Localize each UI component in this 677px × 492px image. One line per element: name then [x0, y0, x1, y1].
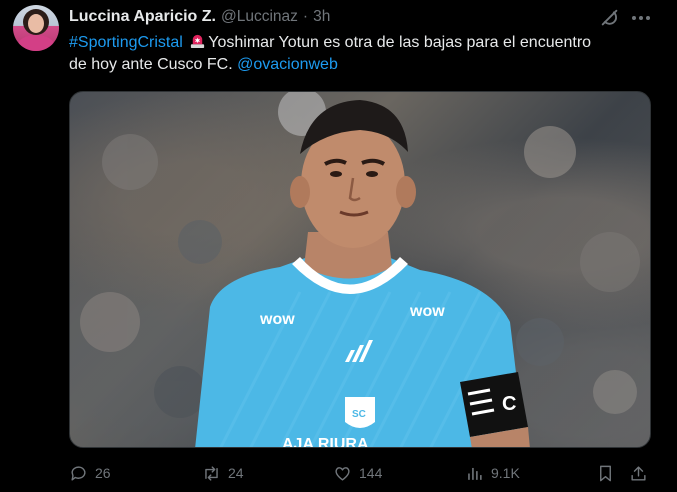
separator: · [302, 8, 309, 25]
reply-icon [71, 465, 86, 481]
display-name[interactable]: Luccina Aparicio Z. [69, 8, 216, 26]
timestamp[interactable]: 3h [313, 8, 330, 26]
captain-armband-text: C [502, 393, 516, 415]
share-icon [631, 465, 646, 481]
avatar[interactable] [13, 5, 59, 51]
tweet-header: Luccina Aparicio Z. @Luccinaz · 3h [69, 7, 330, 27]
tweet-text: #SportingCristal Yoshimar Yotun es otra … [69, 32, 659, 76]
player-photo: wow wow SC AJA RIURA C [80, 92, 640, 448]
user-handle[interactable]: @Luccinaz [221, 8, 298, 26]
action-bar: 26 24 144 9.1K [69, 461, 659, 485]
police-light-icon [191, 34, 205, 49]
tweet-photo[interactable]: wow wow SC AJA RIURA C [69, 91, 651, 448]
grok-icon[interactable] [599, 7, 621, 29]
repost-count: 24 [228, 465, 244, 481]
jersey-bottom-sponsor: AJA RIURA [282, 436, 369, 448]
like-count: 144 [359, 465, 383, 481]
bookmark-icon [600, 465, 611, 481]
tweet-text-line2: de hoy ante Cusco FC. [69, 56, 233, 73]
reply-button[interactable]: 26 [69, 461, 111, 485]
more-icon[interactable] [628, 7, 654, 29]
like-icon [335, 466, 350, 481]
mention-link[interactable]: @ovacionweb [237, 56, 338, 73]
bookmark-button[interactable] [596, 461, 615, 485]
like-button[interactable]: 144 [333, 461, 382, 485]
tweet-text-line1: Yoshimar Yotun es otra de las bajas para… [208, 34, 592, 51]
share-button[interactable] [629, 461, 648, 485]
repost-icon [205, 465, 218, 481]
views-count: 9.1K [491, 465, 520, 481]
views-button[interactable]: 9.1K [465, 461, 520, 485]
repost-button[interactable]: 24 [202, 461, 244, 485]
hashtag-link[interactable]: #SportingCristal [69, 34, 183, 51]
crest-text: SC [352, 409, 366, 420]
views-icon [468, 467, 482, 480]
jersey-sponsor-right: wow [409, 303, 445, 320]
tweet[interactable]: Luccina Aparicio Z. @Luccinaz · 3h #Spor… [0, 0, 677, 492]
reply-count: 26 [95, 465, 111, 481]
jersey-sponsor-left: wow [259, 311, 295, 328]
